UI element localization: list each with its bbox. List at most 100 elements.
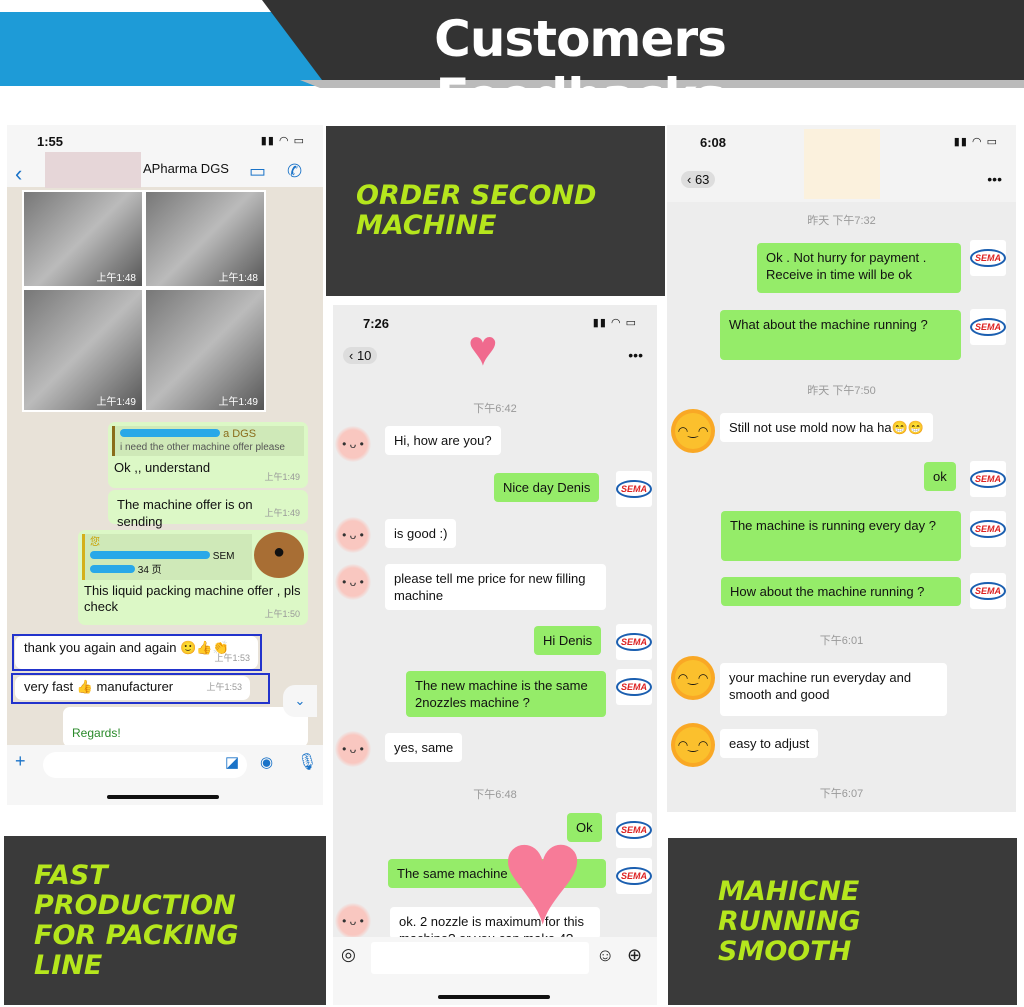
message-bubble: yes, same	[385, 733, 463, 762]
status-time: 1:55	[37, 134, 64, 149]
emoji-icon[interactable]: ☺	[596, 945, 614, 966]
message-bubble: Regards!	[63, 707, 308, 747]
machine-photo[interactable]: 上午1:48	[22, 190, 144, 288]
sema-avatar: SEMA	[616, 812, 653, 848]
highlight-box	[11, 673, 270, 704]
contact-name: APharma DGS	[143, 161, 229, 176]
photo-time: 上午1:49	[96, 397, 136, 408]
message-bubble: ok	[924, 462, 956, 491]
caption-line: MAHICNE RUNNING	[718, 875, 861, 937]
back-button[interactable]: ‹ 63	[681, 171, 716, 188]
home-indicator	[107, 795, 219, 799]
scroll-down-icon[interactable]: ⌄	[283, 685, 317, 717]
caption-line: FOR PACKING LINE	[34, 919, 239, 981]
unread-count: 63	[694, 172, 710, 187]
quoted-message: a DGS i need the other machine offer ple…	[112, 426, 304, 456]
quote-text: i need the other machine offer please	[120, 442, 285, 453]
message-bubble: Nice day Denis	[494, 473, 600, 502]
caption-line: ORDER SECOND	[356, 180, 597, 211]
sun-avatar: ◠‿◠	[675, 660, 711, 696]
message-bubble: is good :)	[385, 519, 457, 548]
doc-name: SEM	[212, 551, 235, 562]
caption-machine-running-smooth: MAHICNE RUNNING SMOOTH	[668, 838, 1017, 1005]
customer-avatar: • ᴗ •	[335, 517, 371, 553]
message-bubble: please tell me price for new filling mac…	[385, 564, 606, 610]
message-bubble: a DGS i need the other machine offer ple…	[108, 422, 308, 488]
blurred-contact-name	[804, 129, 880, 199]
sema-avatar: SEMA	[616, 858, 653, 894]
caption-line: MACHINE	[356, 210, 497, 241]
more-options-icon[interactable]: •••	[987, 171, 1002, 187]
blurred-avatar	[45, 152, 141, 188]
input-bar: + ◪ ◉ 🎙	[7, 745, 323, 785]
camera-icon[interactable]: ◉	[260, 753, 273, 771]
heart-sticker: ♥	[468, 320, 498, 376]
doc-pages: 34 页	[137, 565, 162, 576]
message-bubble: The new machine is the same 2nozzles mac…	[406, 671, 606, 717]
photo-time: 上午1:48	[218, 273, 258, 284]
sun-avatar: ◠‿◠	[675, 727, 711, 763]
highlight-box	[12, 634, 262, 671]
message-bubble: The machine is running every day ?	[721, 511, 961, 561]
unread-count: 10	[356, 348, 372, 363]
heart-sticker-large: ♥	[501, 796, 585, 953]
message-bubble: Hi, how are you?	[385, 426, 501, 455]
sema-avatar: SEMA	[616, 624, 653, 660]
timestamp: 昨天 下午7:32	[807, 215, 876, 227]
timestamp: 下午6:42	[473, 403, 517, 415]
machine-photo[interactable]: 上午1:49	[22, 288, 144, 412]
phone-call-icon[interactable]: ✆	[287, 161, 302, 182]
sema-avatar: SEMA	[970, 461, 1007, 497]
message-time: 上午1:49	[264, 508, 300, 518]
status-time: 7:26	[363, 316, 390, 331]
customer-avatar: • ᴗ •	[335, 731, 371, 767]
video-call-icon[interactable]: ▭	[249, 161, 266, 182]
message-bubble: Hi Denis	[534, 626, 602, 655]
plus-icon[interactable]: +	[15, 751, 26, 772]
message-bubble: How about the machine running ?	[721, 577, 961, 606]
more-options-icon[interactable]: •••	[628, 347, 643, 363]
message-bubble: Still not use mold now ha ha😁😁	[720, 413, 933, 442]
wechat-chat-screenshot-2: 6:08 ▮▮ ◠ ▭ ‹ 63 ••• 昨天 下午7:32 Ok . Not …	[667, 125, 1016, 812]
message-input[interactable]	[43, 752, 247, 778]
back-chevron-icon[interactable]: ‹	[15, 161, 22, 187]
message-bubble: Ok . Not hurry for payment . Receive in …	[757, 243, 961, 293]
status-time: 6:08	[700, 135, 727, 150]
home-indicator	[438, 995, 550, 999]
caption-line: SMOOTH	[718, 935, 852, 967]
document-message-bubble[interactable]: 您 SEM 34 页 ● This liquid packing machine…	[78, 530, 308, 625]
quote-sender: a DGS	[223, 428, 257, 440]
doc-sender: 您	[90, 537, 100, 548]
status-icons: ▮▮ ◠ ▭	[592, 317, 637, 329]
status-icons: ▮▮ ◠ ▭	[953, 136, 998, 148]
back-button[interactable]: ‹ 10	[343, 347, 378, 364]
whatsapp-chat-screenshot: 1:55 ▮▮ ◠ ▭ ‹ APharma DGS ▭ ✆ 上午1:48 上午1…	[7, 125, 323, 805]
message-bubble: your machine run everyday and smooth and…	[720, 663, 947, 716]
photo-time: 上午1:48	[96, 273, 136, 284]
message-bubble: What about the machine running ?	[720, 310, 961, 360]
machine-photo[interactable]: 上午1:49	[144, 288, 266, 412]
status-icons: ▮▮ ◠ ▭	[260, 135, 305, 147]
microphone-icon[interactable]: 🎙	[297, 752, 317, 772]
timestamp: 下午6:01	[819, 635, 864, 647]
message-input[interactable]	[371, 942, 589, 974]
machine-photo[interactable]: 上午1:48	[144, 190, 266, 288]
timestamp: 下午6:48	[473, 789, 517, 801]
message-text: The machine offer is on sending	[117, 497, 253, 529]
sema-avatar: SEMA	[970, 309, 1007, 345]
customer-avatar: • ᴗ •	[335, 564, 371, 600]
sema-avatar: SEMA	[616, 471, 653, 507]
sema-avatar: SEMA	[616, 669, 653, 705]
sticker-icon[interactable]: ◪	[225, 753, 239, 771]
customer-avatar: • ᴗ •	[335, 903, 371, 939]
sema-avatar: SEMA	[970, 573, 1007, 609]
customer-avatar: • ᴗ •	[335, 426, 371, 462]
timestamp: 昨天 下午7:50	[807, 385, 876, 397]
plus-icon[interactable]: ⊕	[627, 945, 642, 966]
caption-fast-production: FAST PRODUCTION FOR PACKING LINE	[4, 836, 326, 1005]
dog-sticker: ●	[254, 532, 304, 578]
timestamp: 下午6:07	[819, 788, 864, 800]
caption-line: FAST PRODUCTION	[34, 859, 236, 921]
sema-avatar: SEMA	[970, 511, 1007, 547]
voice-icon[interactable]: ◎	[341, 945, 356, 965]
